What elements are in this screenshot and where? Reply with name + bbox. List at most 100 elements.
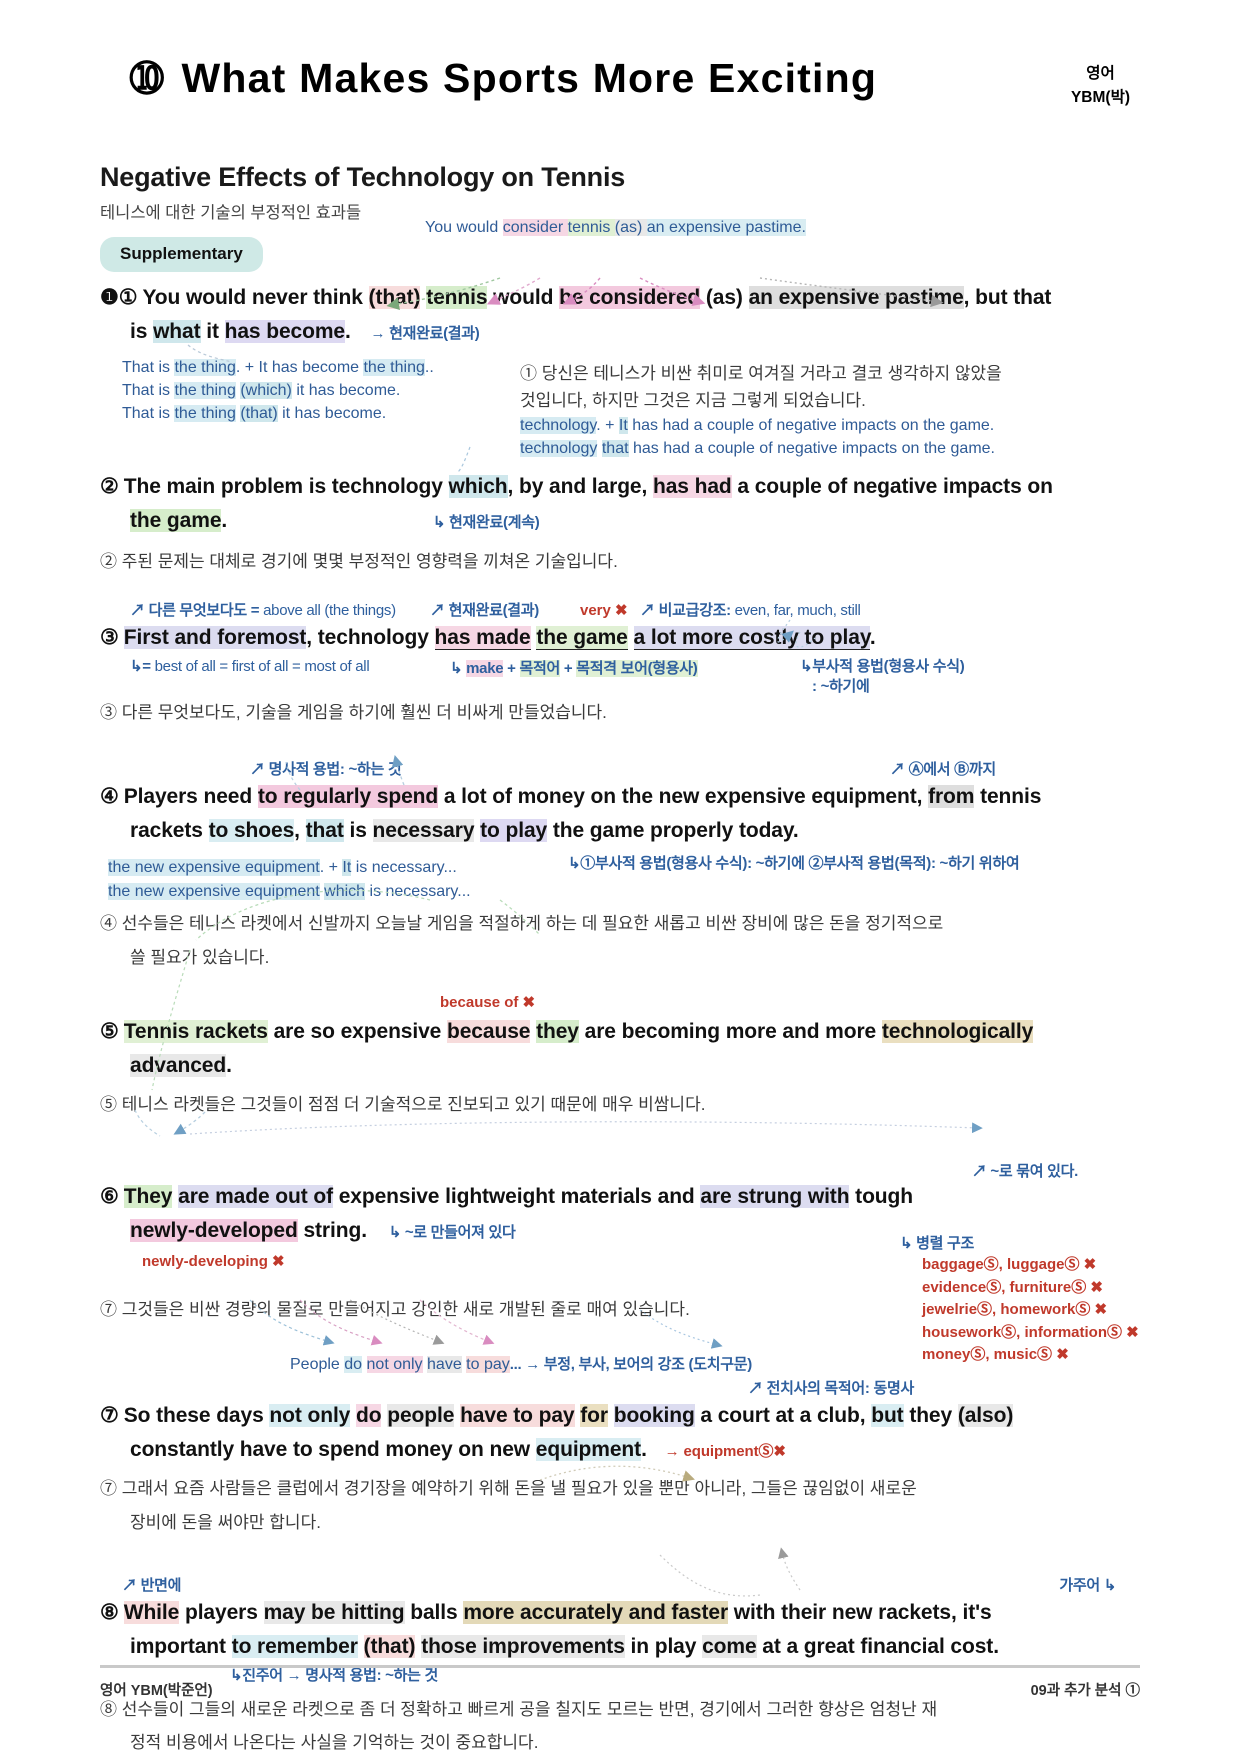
s6-t6: tough bbox=[849, 1185, 913, 1209]
s7-at-h: to pay bbox=[466, 1356, 510, 1374]
s1-b3b: the thing bbox=[174, 405, 236, 423]
s7-t11 bbox=[608, 1404, 614, 1427]
s1-pastime: an expensive pastime bbox=[748, 286, 964, 309]
sentence-4: ④ Players need to regularly spend a lot o… bbox=[100, 780, 1140, 814]
s1-number: ❶① bbox=[100, 286, 138, 309]
s1-kor-line1: ① 당신은 테니스가 비싼 취미로 여겨질 거라고 결코 생각하지 않았을 bbox=[520, 364, 1002, 384]
s8-t17: . bbox=[993, 1634, 999, 1658]
s7-at-i: ... → 부정, 부사, 보어의 강조 (도치구문) bbox=[509, 1356, 752, 1374]
s3-n2d: 목적어 bbox=[519, 660, 561, 678]
s1-note: → 현재완료(결과) bbox=[370, 325, 480, 343]
s1-b3d: (that) bbox=[240, 405, 278, 423]
s2-blue-block: technology. + It has had a couple of neg… bbox=[520, 414, 995, 460]
s3-n2a: ↳ bbox=[450, 660, 467, 678]
s3-has-made: has made bbox=[434, 626, 531, 651]
s4-explain-row: the new expensive equipment. + It is nec… bbox=[100, 852, 1140, 908]
subject-name: 영어 bbox=[1086, 65, 1115, 82]
s4-to-play: to play bbox=[480, 819, 548, 843]
s2-korean: ② 주된 문제는 대체로 경기에 몇몇 부정적인 영향력을 끼쳐온 기술입니다. bbox=[100, 552, 618, 572]
sentence-5: ⑤ Tennis rackets are so expensive because… bbox=[100, 1015, 1140, 1049]
subject-label: 영어 YBM(박) bbox=[1071, 62, 1130, 110]
s1-t5: would bbox=[487, 286, 560, 309]
s5-t2: are so expensive bbox=[267, 1019, 447, 1043]
s4-t14: the game properly today. bbox=[547, 819, 799, 843]
s1-b2e: it has become. bbox=[291, 382, 401, 400]
s2-number: ② bbox=[100, 475, 119, 499]
sentence-8-line2: important to remember (that) those impro… bbox=[100, 1630, 1140, 1664]
s1-t7: (as) bbox=[700, 286, 749, 309]
s3-number: ③ bbox=[100, 626, 119, 650]
s1-b1e: .. bbox=[424, 359, 434, 377]
s5-number: ⑤ bbox=[100, 1019, 119, 1043]
s8-its: it's bbox=[962, 1600, 992, 1624]
s2-t7: . bbox=[221, 509, 228, 533]
s1-kor-line2: 것입니다, 하지만 그것은 지금 그렇게 되었습니다. bbox=[520, 391, 866, 411]
s5-annotation-row: because of ✖ bbox=[100, 993, 1140, 1015]
s3-note3b: : ~하기에 bbox=[812, 678, 870, 696]
s4-note: ↳①부사적 용법(형용사 수식): ~하기에 ②부사적 용법(목적): ~하기 … bbox=[568, 855, 1020, 873]
s7-at-b: do bbox=[344, 1356, 363, 1374]
s1-tq-c: tennis bbox=[567, 219, 615, 236]
s1-blue-line-2: That is the thing (which) it has become. bbox=[122, 379, 434, 402]
s7-korean: ⑦ 그래서 요즘 사람들은 클럽에서 경기장을 예약하기 위해 돈을 낼 필요가… bbox=[100, 1479, 917, 1499]
s1-t12: it bbox=[200, 320, 225, 344]
s4-t10: is bbox=[343, 819, 373, 843]
s1-t9: , but that bbox=[963, 286, 1052, 309]
s1-b3e: it has become. bbox=[277, 405, 387, 423]
s3-ann1a: ↗ 다른 무엇보다도 = bbox=[130, 602, 264, 620]
s7-at-d: not only bbox=[366, 1356, 423, 1374]
s2-the-game: the game bbox=[130, 509, 222, 533]
title-row: ➉ What Makes Sports More Exciting bbox=[100, 0, 1140, 102]
s5-they: they bbox=[536, 1019, 579, 1043]
s1-b1a: That is bbox=[122, 359, 175, 377]
s3-ann4b: even, far, much, still bbox=[734, 602, 861, 620]
s7-ann-top: People do not only have to pay... → 부정, … bbox=[290, 1353, 752, 1374]
sentence-7-line2: constantly have to spend money on new eq… bbox=[100, 1433, 1140, 1467]
s3-ann2: ↗ 현재완료(결과) bbox=[430, 602, 539, 620]
s1-top-quote: You would consider tennis (as) an expens… bbox=[425, 219, 806, 237]
s4-blue-block: the new expensive equipment. + It is nec… bbox=[108, 856, 471, 902]
s1-tq-a: You would bbox=[425, 219, 503, 236]
s4-b1a: the new expensive equipment bbox=[108, 859, 320, 877]
s3-t6 bbox=[628, 626, 634, 649]
s4-blue-line-1: the new expensive equipment. + It is nec… bbox=[108, 856, 471, 879]
s7-not-only: not only bbox=[269, 1404, 351, 1428]
s2-has-had: has had bbox=[652, 475, 732, 499]
sentence-1-line2: is what it has become. → 현재완료(결과) bbox=[100, 315, 1140, 349]
sentence-2-line2: the game. ↳ 현재완료(계속) bbox=[100, 504, 1140, 538]
s5-t9: . bbox=[226, 1053, 232, 1077]
s1-b1b: the thing bbox=[174, 359, 236, 377]
lesson-number-badge: ➉ bbox=[130, 56, 164, 101]
section-title: Negative Effects of Technology on Tennis bbox=[100, 162, 626, 192]
s7-equipment: equipment bbox=[535, 1438, 642, 1462]
s7-for: for bbox=[580, 1404, 608, 1428]
s8-may-be-hitting: may be hitting bbox=[263, 1600, 405, 1624]
s4-t8: , bbox=[294, 819, 306, 843]
s6-ann-top: ↗ ~로 묶여 있다. bbox=[971, 1163, 1078, 1181]
s2-b2c: that bbox=[601, 440, 629, 458]
s1-t14: . bbox=[345, 320, 351, 344]
worksheet-page: ➉ What Makes Sports More Exciting 영어 YBM… bbox=[0, 0, 1240, 1752]
s7-t17: constantly have to spend money on new bbox=[130, 1438, 536, 1462]
s4-number: ④ bbox=[100, 785, 119, 809]
s6-note1: ↳ ~로 만들어져 있다 bbox=[388, 1224, 516, 1242]
s4-b1d: is necessary... bbox=[351, 859, 457, 877]
s2-blue-line-2: technology that has had a couple of nega… bbox=[520, 437, 995, 460]
s6-red-item-1: evidenceⓈ, furnitureⓈ ✖ bbox=[922, 1278, 1103, 1296]
sentence-6: ⑥ They are made out of expensive lightwei… bbox=[100, 1180, 1140, 1214]
supplementary-badge: Supplementary bbox=[100, 237, 263, 272]
s1-blue-line-1: That is the thing. + It has become the t… bbox=[122, 356, 434, 379]
s3-ann1b: above all (the things) bbox=[263, 602, 396, 620]
s2-t1: The main problem is technology bbox=[123, 475, 449, 499]
sentence-6-line2: newly-developed string. ↳ ~로 만들어져 있다 bbox=[100, 1214, 1140, 1248]
s1-blue-line-3: That is the thing (that) it has become. bbox=[122, 402, 434, 425]
s3-first-foremost: First and foremost bbox=[123, 626, 307, 650]
s5-tennis-rackets: Tennis rackets bbox=[123, 1019, 268, 1043]
s4-t1: Players need bbox=[123, 785, 258, 809]
s5-ann-because-of: because of ✖ bbox=[440, 993, 536, 1011]
s3-korean: ③ 다른 무엇보다도, 기술을 게임을 하기에 훨씬 더 비싸게 만들었습니다. bbox=[100, 703, 607, 723]
s5-technologically: technologically bbox=[881, 1019, 1034, 1043]
s1-that: (that) bbox=[368, 286, 421, 309]
s7-do: do bbox=[356, 1404, 382, 1428]
s6-they: They bbox=[123, 1185, 173, 1209]
